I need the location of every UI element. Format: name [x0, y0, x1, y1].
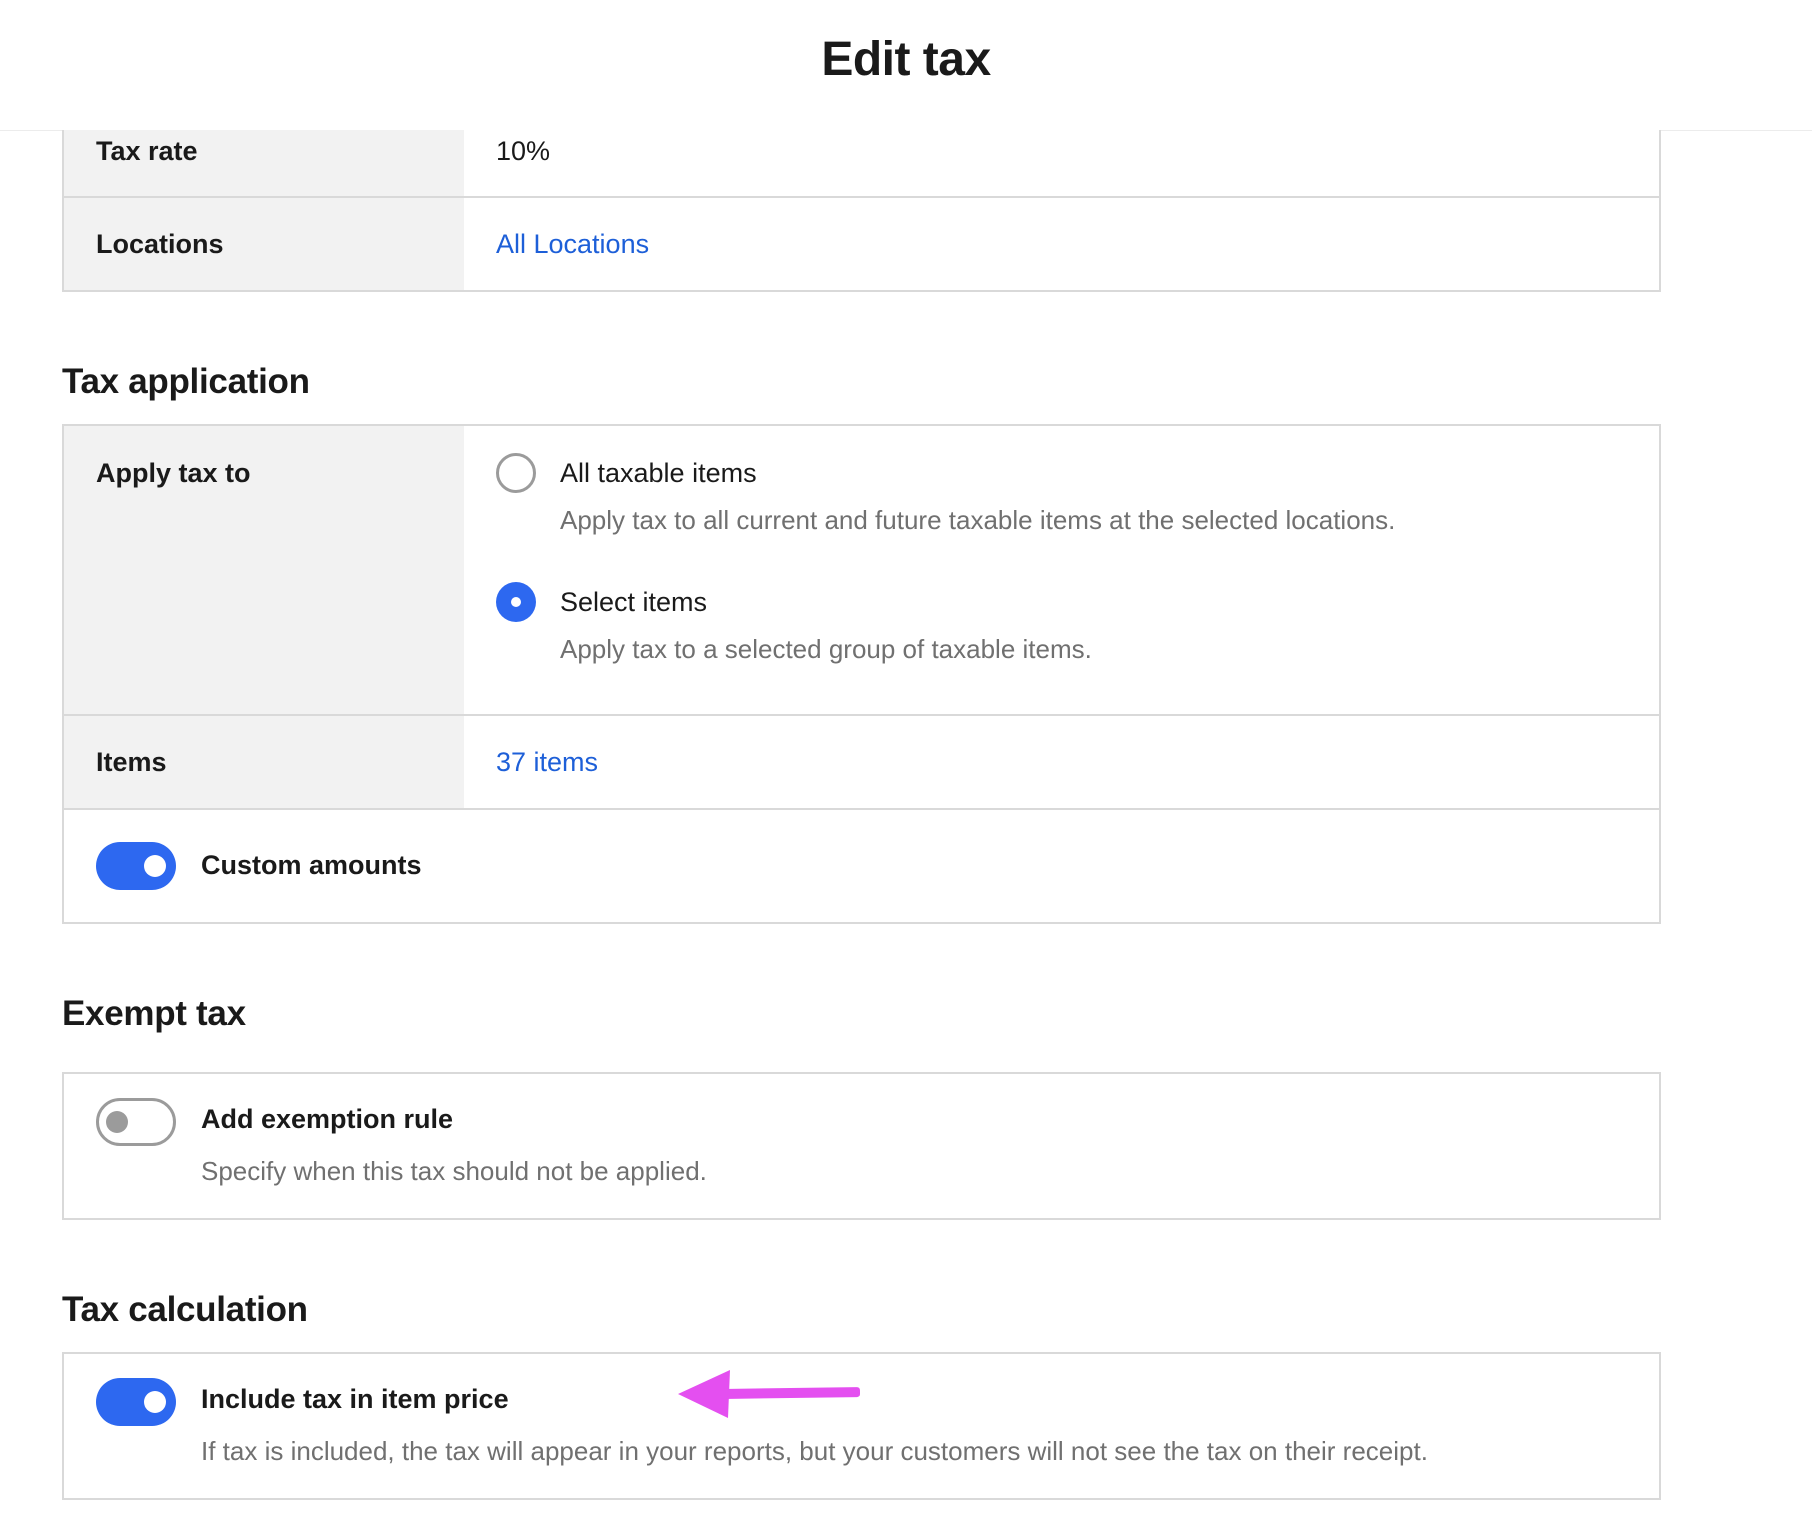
items-label: Items [64, 716, 464, 808]
items-row: Items 37 items [64, 716, 1659, 810]
radio-checked-icon[interactable] [496, 582, 536, 622]
arrow-left-icon [678, 1370, 861, 1418]
tax-application-panel: Apply tax to All taxable items Apply tax… [62, 424, 1661, 924]
include-tax-label: Include tax in item price [201, 1384, 509, 1414]
locations-row: Locations All Locations [64, 198, 1659, 290]
apply-tax-to-row: Apply tax to All taxable items Apply tax… [64, 426, 1659, 716]
custom-amounts-toggle[interactable] [96, 842, 176, 890]
option-title: All taxable items [560, 458, 757, 488]
tax-application-heading: Tax application [62, 362, 310, 401]
custom-amounts-label: Custom amounts [201, 850, 422, 880]
tax-calculation-heading: Tax calculation [62, 1290, 308, 1329]
radio-option-select-items[interactable]: Select items Apply tax to a selected gro… [496, 582, 1659, 665]
custom-amounts-row: Custom amounts [64, 810, 1659, 922]
option-description: Apply tax to all current and future taxa… [560, 505, 1396, 535]
exempt-tax-panel: Add exemption rule Specify when this tax… [62, 1072, 1661, 1220]
tax-rate-value[interactable]: 10% [464, 130, 1659, 196]
exemption-rule-label: Add exemption rule [201, 1104, 454, 1134]
exemption-rule-description: Specify when this tax should not be appl… [201, 1156, 707, 1186]
tax-rate-row: Tax rate 10% [64, 130, 1659, 198]
all-locations-link[interactable]: All Locations [496, 229, 649, 260]
tax-details-panel: Tax rate 10% Locations All Locations [62, 130, 1661, 292]
tax-rate-label: Tax rate [64, 130, 464, 196]
radio-option-all-taxable-items[interactable]: All taxable items Apply tax to all curre… [496, 453, 1659, 536]
include-tax-description: If tax is included, the tax will appear … [201, 1436, 1428, 1466]
items-count-link[interactable]: 37 items [496, 747, 598, 778]
option-description: Apply tax to a selected group of taxable… [560, 634, 1092, 664]
arrow-shaft [719, 1387, 861, 1399]
page-title: Edit tax [821, 33, 991, 86]
radio-unchecked-icon[interactable] [496, 453, 536, 493]
include-tax-toggle[interactable] [96, 1378, 176, 1426]
option-title: Select items [560, 587, 708, 617]
page-header: Edit tax [0, 0, 1812, 131]
apply-tax-to-label: Apply tax to [64, 426, 464, 714]
locations-label: Locations [64, 198, 464, 290]
exempt-tax-heading: Exempt tax [62, 994, 246, 1033]
exemption-rule-toggle[interactable] [96, 1098, 176, 1146]
